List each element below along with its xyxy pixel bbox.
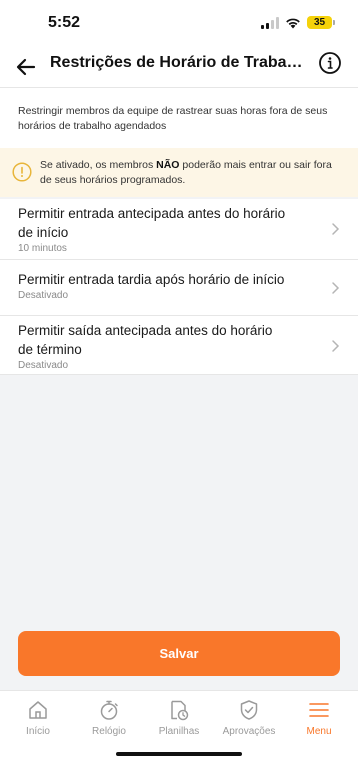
restriction-description: Restringir membros da equipe de rastrear… (0, 88, 358, 148)
signal-icon (261, 16, 279, 29)
setting-late-clock-in[interactable]: Permitir entrada tardia após horário de … (0, 260, 358, 316)
app-screen: 5:52 35 Restrições de Horário de Trabalh… (0, 0, 358, 768)
setting-early-clock-in[interactable]: Permitir entrada antecipada antes do hor… (0, 199, 358, 260)
status-bar: 5:52 35 (0, 0, 358, 46)
info-icon[interactable] (318, 51, 342, 75)
chevron-right-icon (332, 282, 340, 294)
home-indicator (116, 752, 242, 756)
wifi-icon (286, 18, 300, 28)
tab-label: Relógio (92, 726, 126, 737)
home-icon (29, 701, 47, 719)
shield-check-icon (240, 700, 258, 720)
timesheet-icon (171, 700, 189, 721)
setting-title: Permitir entrada antecipada antes do hor… (18, 206, 286, 240)
status-time: 5:52 (48, 14, 81, 31)
tab-approvals[interactable]: Aprovações (213, 699, 285, 743)
battery-indicator: 35 (307, 16, 335, 29)
stopwatch-icon (100, 700, 118, 720)
save-button[interactable]: Salvar (18, 631, 340, 676)
menu-icon (309, 703, 329, 717)
back-arrow-icon[interactable] (14, 53, 38, 81)
page-title: Restrições de Horário de Trabalho (50, 54, 304, 71)
setting-early-clock-out[interactable]: Permitir saída antecipada antes do horár… (0, 316, 358, 375)
battery-level: 35 (313, 17, 326, 28)
setting-value: 10 minutos (18, 243, 67, 254)
status-icons: 35 (261, 16, 335, 29)
warning-text-prefix: Se ativado, os membros (40, 159, 157, 171)
chevron-right-icon (332, 223, 340, 235)
setting-value: Desativado (18, 290, 69, 301)
page-header: Restrições de Horário de Trabalho (0, 46, 358, 88)
tab-label: Aprovações (222, 726, 276, 737)
setting-value: Desativado (18, 360, 69, 371)
warning-icon (12, 162, 32, 182)
setting-title: Permitir entrada tardia após horário de … (18, 272, 285, 287)
tab-timesheets[interactable]: Planilhas (143, 699, 215, 743)
tab-label: Menu (306, 726, 332, 737)
warning-banner: Se ativado, os membros NÃO poderão mais … (0, 148, 358, 197)
tab-label: Planilhas (158, 726, 200, 737)
settings-list: Permitir entrada antecipada antes do hor… (0, 199, 358, 375)
bottom-tab-bar: Início Relógio Planilhas Aprovações Menu (0, 690, 358, 768)
warning-text-emphasis: NÃO (156, 159, 180, 171)
tab-home[interactable]: Início (2, 699, 74, 743)
tab-menu[interactable]: Menu (283, 699, 355, 743)
setting-title: Permitir saída antecipada antes do horár… (18, 323, 273, 357)
tab-label: Início (26, 726, 50, 737)
tab-clock[interactable]: Relógio (73, 699, 145, 743)
chevron-right-icon (332, 340, 340, 352)
